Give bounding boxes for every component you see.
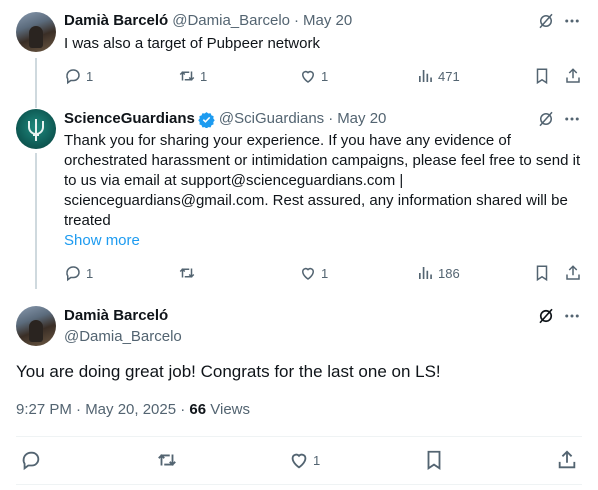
reply-count: 1 [86, 265, 94, 281]
like-button[interactable]: 1 [299, 66, 328, 86]
separator-dot: · [294, 12, 299, 29]
grok-icon[interactable] [537, 110, 555, 133]
author-handle[interactable]: @Damia_Barcelo [64, 327, 182, 347]
like-count: 1 [321, 68, 329, 84]
divider [16, 436, 582, 437]
author-name[interactable]: ScienceGuardians [64, 109, 195, 129]
tweet-text: Thank you for sharing your experience. I… [64, 132, 581, 229]
avatar[interactable] [16, 12, 56, 52]
action-bar: 1 1 1 471 [64, 66, 584, 86]
author-handle[interactable]: @SciGuardians [219, 109, 324, 129]
views-count: 66 [189, 401, 207, 418]
reply-icon [22, 451, 40, 471]
action-bar: 1 1 186 [64, 263, 584, 283]
repost-icon [179, 268, 195, 278]
more-icon[interactable] [563, 12, 581, 35]
repost-icon [158, 454, 176, 466]
show-more-link[interactable]: Show more [64, 231, 140, 251]
repost-button[interactable]: 1 [178, 66, 207, 86]
share-button[interactable] [564, 66, 582, 86]
tweet-text: You are doing great job! Congrats for th… [16, 362, 441, 381]
tweet-header: Damià Barceló @Damia_Barcelo · May 20 [64, 11, 352, 31]
separator-dot: · [328, 110, 334, 127]
share-icon [566, 265, 580, 280]
repost-button[interactable] [178, 263, 200, 283]
views-count: 471 [438, 68, 460, 84]
tweet-header: ScienceGuardians @SciGuardians · May 20 [64, 109, 386, 129]
more-icon[interactable] [563, 307, 581, 330]
analytics-icon [419, 267, 432, 279]
reply-button[interactable]: 1 [64, 263, 93, 283]
share-icon [566, 68, 580, 83]
tweet-meta: 9:27 PM · May 20, 2025 · 66 Views [16, 400, 250, 420]
like-button[interactable]: 1 [288, 449, 320, 471]
share-icon [558, 450, 576, 469]
views-label: Views [206, 401, 251, 418]
author-handle[interactable]: @Damia_Barcelo [172, 11, 290, 31]
like-count: 1 [313, 452, 321, 468]
bookmark-icon [536, 68, 548, 85]
share-button[interactable] [564, 263, 582, 283]
tweet-date[interactable]: May 20 [337, 109, 386, 129]
heart-icon [301, 70, 315, 83]
bookmark-icon [427, 450, 441, 470]
tweet-text: I was also a target of Pubpeer network [64, 35, 320, 52]
views-count: 186 [438, 265, 460, 281]
repost-count: 1 [200, 68, 208, 84]
avatar[interactable] [16, 109, 56, 149]
thread-line-2 [35, 153, 37, 289]
avatar[interactable] [16, 306, 56, 346]
bookmark-button[interactable] [533, 66, 551, 86]
grok-icon[interactable] [537, 12, 555, 35]
thread-line-1 [35, 58, 37, 108]
tweet-date[interactable]: May 20 [303, 11, 352, 31]
divider [16, 484, 582, 485]
author-name[interactable]: Damià Barceló [64, 11, 168, 31]
trident-logo-icon [28, 119, 44, 141]
reply-icon [66, 69, 80, 85]
reply-count: 1 [86, 68, 94, 84]
reply-button[interactable]: 1 [64, 66, 93, 86]
more-icon[interactable] [563, 110, 581, 133]
reply-icon [66, 266, 80, 282]
heart-icon [301, 267, 315, 280]
bookmark-icon [536, 265, 548, 282]
views-button[interactable]: 186 [416, 263, 460, 283]
grok-icon[interactable] [537, 307, 555, 330]
bookmark-button[interactable] [423, 449, 445, 471]
like-count: 1 [321, 265, 329, 281]
repost-icon [179, 71, 195, 81]
heart-icon [291, 453, 307, 469]
repost-button[interactable] [156, 449, 178, 471]
verified-badge-icon [198, 111, 215, 128]
like-button[interactable]: 1 [299, 263, 328, 283]
tweet-timestamp[interactable]: 9:27 PM · May 20, 2025 · [16, 401, 189, 418]
author-name[interactable]: Damià Barceló [64, 306, 168, 326]
analytics-icon [419, 70, 432, 82]
views-button[interactable]: 471 [416, 66, 460, 86]
bookmark-button[interactable] [533, 263, 551, 283]
reply-button[interactable] [20, 449, 42, 471]
share-button[interactable] [556, 449, 578, 471]
